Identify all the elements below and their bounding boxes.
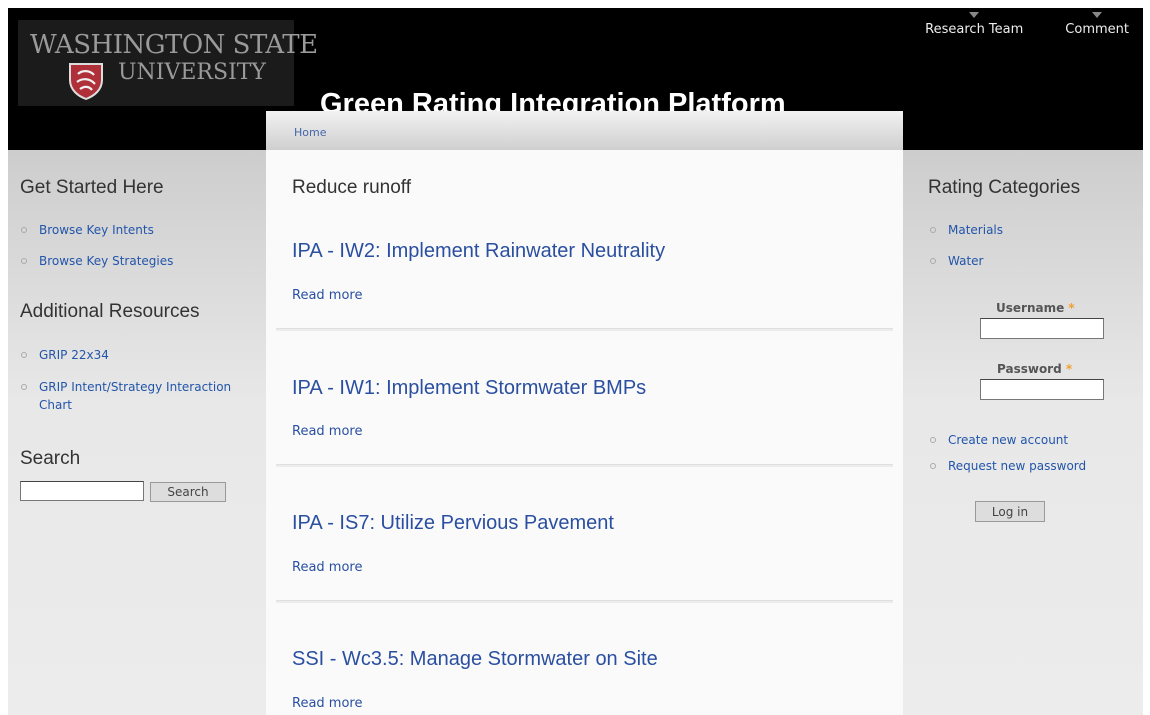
left-sidebar: Get Started Here Browse Key Intents Brow… [8, 150, 266, 715]
top-nav: Research Team Comment [925, 12, 1129, 37]
username-field[interactable] [980, 318, 1104, 339]
top-link-label: Research Team [925, 22, 1024, 37]
login-button[interactable]: Log in [975, 501, 1045, 522]
node-divider [276, 328, 893, 331]
additional-resources-title: Additional Resources [20, 301, 200, 322]
read-more-link[interactable]: Read more [292, 288, 362, 303]
university-logo[interactable]: WASHINGTON STATE UNIVERSITY [18, 20, 318, 106]
bullet-icon [21, 384, 27, 390]
get-started-title: Get Started Here [20, 177, 164, 198]
rating-categories-title: Rating Categories [928, 177, 1081, 198]
username-label: Username * [996, 301, 1075, 315]
read-more-link[interactable]: Read more [292, 696, 362, 711]
node-title-link[interactable]: IPA - IW1: Implement Stormwater BMPs [292, 377, 646, 400]
page: WASHINGTON STATE UNIVERSITY Green Rating… [8, 8, 1143, 715]
node-divider [276, 464, 893, 467]
request-password-link[interactable]: Request new password [948, 457, 1086, 475]
breadcrumb: Home [266, 111, 903, 150]
bullet-icon [930, 437, 936, 443]
search-button[interactable]: Search [150, 482, 226, 502]
bullet-icon [21, 258, 27, 264]
category-water[interactable]: Water [948, 252, 983, 270]
read-more-link[interactable]: Read more [292, 560, 362, 575]
bullet-icon [21, 227, 27, 233]
node-title-link[interactable]: IPA - IS7: Utilize Pervious Pavement [292, 512, 614, 535]
bullet-icon [930, 258, 936, 264]
logo-text-line2: UNIVERSITY [118, 60, 266, 85]
search-title: Search [20, 448, 81, 469]
node-title-link[interactable]: IPA - IW2: Implement Rainwater Neutralit… [292, 240, 665, 263]
page-title: Reduce runoff [292, 177, 412, 198]
category-materials[interactable]: Materials [948, 221, 1003, 239]
menu-item-browse-key-strategies[interactable]: Browse Key Strategies [39, 252, 173, 270]
bullet-icon [21, 352, 27, 358]
node-divider [276, 600, 893, 603]
menu-item-grip-interaction-chart[interactable]: GRIP Intent/Strategy Interaction Chart [39, 378, 239, 414]
required-marker: * [1068, 301, 1075, 315]
create-account-link[interactable]: Create new account [948, 431, 1068, 449]
menu-item-grip-22x34[interactable]: GRIP 22x34 [39, 346, 109, 364]
bullet-icon [930, 463, 936, 469]
top-link-label: Comment [1065, 22, 1129, 37]
top-link-research-team[interactable]: Research Team [925, 12, 1024, 37]
node-title-link[interactable]: SSI - Wc3.5: Manage Stormwater on Site [292, 648, 658, 671]
cougar-shield-icon [69, 63, 103, 100]
required-marker: * [1065, 362, 1073, 376]
search-input[interactable] [20, 481, 144, 501]
tab-arrow-icon [1092, 12, 1103, 18]
main-content: Reduce runoff IPA - IW2: Implement Rainw… [266, 150, 903, 715]
breadcrumb-home-link[interactable]: Home [294, 126, 326, 139]
bullet-icon [930, 227, 936, 233]
top-link-comment[interactable]: Comment [1065, 12, 1129, 37]
tab-arrow-icon [969, 12, 980, 18]
right-sidebar: Rating Categories Materials Water Userna… [903, 150, 1143, 715]
read-more-link[interactable]: Read more [292, 424, 362, 439]
logo-text-line1: WASHINGTON STATE [30, 30, 318, 60]
menu-item-browse-key-intents[interactable]: Browse Key Intents [39, 221, 154, 239]
password-field[interactable] [980, 379, 1104, 400]
password-label: Password * [997, 362, 1073, 376]
